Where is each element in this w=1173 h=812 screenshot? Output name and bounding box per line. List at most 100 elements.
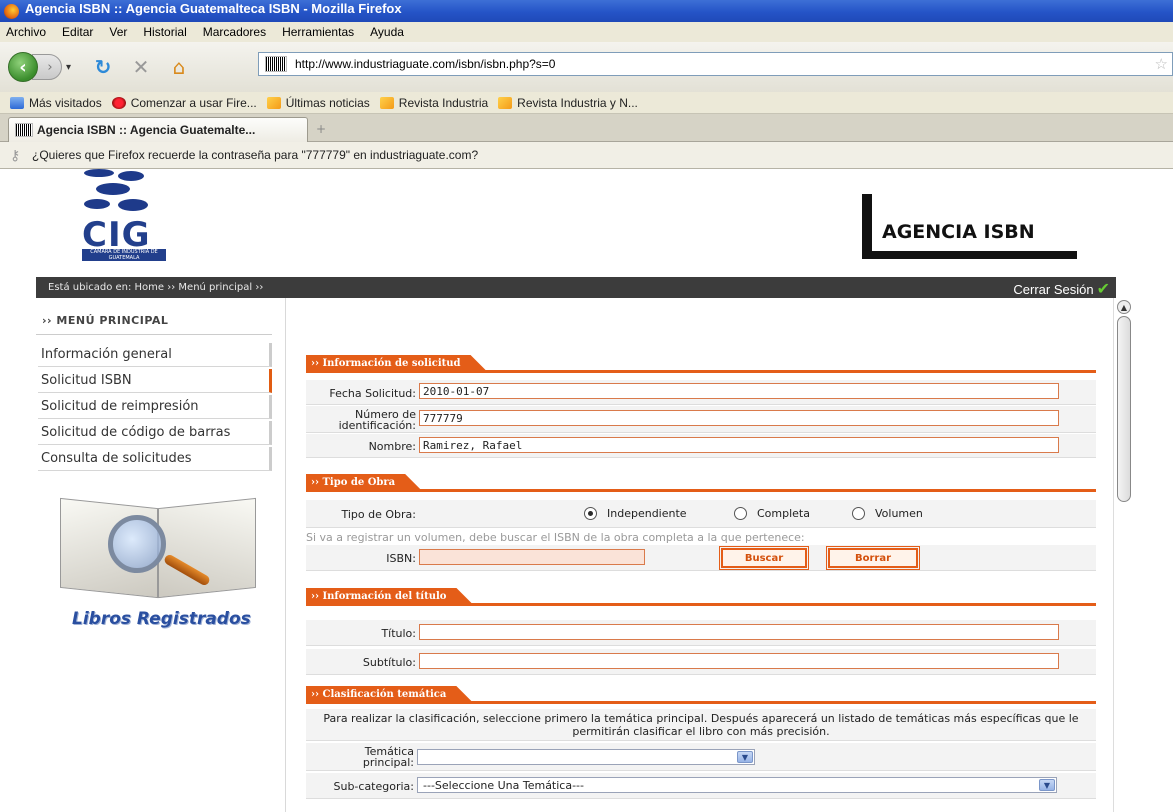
rss-icon	[379, 96, 394, 109]
sidebar-item-codigo-barras[interactable]: Solicitud de código de barras	[38, 421, 272, 445]
tab-agencia-isbn[interactable]: Agencia ISBN :: Agencia Guatemalte...	[8, 117, 308, 142]
agency-isbn-label: AGENCIA ISBN	[882, 221, 1035, 243]
bookmark-comenzar[interactable]: Comenzar a usar Fire...	[111, 95, 257, 110]
password-notification-bar: ⚷ ¿Quieres que Firefox recuerde la contr…	[0, 142, 1173, 169]
firefox-bookmark-icon	[111, 96, 126, 109]
isbn-field[interactable]	[419, 549, 645, 565]
sidebar-item-label: Solicitud de código de barras	[41, 425, 231, 440]
clasificacion-info: Para realizar la clasificación, seleccio…	[306, 709, 1096, 741]
cig-logo-subtitle: CAMARA DE INDUSTRIA DE GUATEMALA	[82, 249, 166, 261]
section-title: ›› Clasificación temática	[306, 686, 472, 702]
site-favicon-icon	[265, 56, 287, 72]
back-icon[interactable]: ‹	[8, 52, 38, 82]
numero-identificacion-field[interactable]: 777779	[419, 410, 1059, 426]
rss-icon	[498, 96, 513, 109]
home-icon[interactable]: ⌂	[164, 53, 194, 81]
chevron-down-icon: ▼	[737, 751, 753, 763]
logout-link[interactable]: Cerrar Sesión ✔	[1013, 279, 1110, 299]
row-isbn: ISBN: Buscar Borrar	[306, 545, 1096, 571]
fecha-label: Fecha Solicitud:	[329, 387, 416, 400]
cig-logo: CIG CAMARA DE INDUSTRIA DE GUATEMALA	[78, 169, 168, 264]
radio-circle	[584, 507, 597, 520]
menu-archivo[interactable]: Archivo	[6, 25, 46, 39]
bookmark-revista-industria[interactable]: Revista Industria	[379, 95, 489, 110]
menu-historial[interactable]: Historial	[143, 25, 186, 39]
menu-ayuda[interactable]: Ayuda	[370, 25, 404, 39]
sidebar-item-label: Información general	[41, 347, 172, 362]
nombre-field[interactable]: Ramirez, Rafael	[419, 437, 1059, 453]
bookmark-revista-industria-y-n[interactable]: Revista Industria y N...	[498, 96, 638, 110]
borrar-button[interactable]: Borrar	[826, 546, 920, 570]
menu-bar: Archivo Editar Ver Historial Marcadores …	[0, 22, 1173, 42]
url-text: http://www.industriaguate.com/isbn/isbn.…	[295, 57, 556, 71]
tematica-principal-select[interactable]: ▼	[417, 749, 755, 765]
radio-label: Completa	[757, 507, 810, 520]
row-fecha: Fecha Solicitud: 2010-01-07	[306, 380, 1096, 405]
radio-circle	[734, 507, 747, 520]
tab-title: Agencia ISBN :: Agencia Guatemalte...	[37, 123, 256, 137]
chevron-down-icon: ▼	[1039, 779, 1055, 791]
sidebar-item-solicitud-reimpresion[interactable]: Solicitud de reimpresión	[38, 395, 272, 419]
bookmark-star-icon[interactable]: ☆	[1155, 55, 1168, 73]
subcategoria-selected: ---Seleccione Una Temática---	[423, 778, 584, 792]
sidebar-item-label: Solicitud ISBN	[41, 373, 132, 388]
row-nombre: Nombre: Ramirez, Rafael	[306, 434, 1096, 458]
bookmark-ultimas-noticias[interactable]: Últimas noticias	[266, 96, 370, 110]
fecha-field[interactable]: 2010-01-07	[419, 383, 1059, 399]
content-scrollbar[interactable]: ▲	[1113, 298, 1133, 812]
breadcrumb: Está ubicado en: Home ›› Menú principal …	[36, 277, 1116, 298]
logout-label: Cerrar Sesión	[1013, 281, 1094, 297]
row-titulo: Título:	[306, 620, 1096, 646]
menu-marcadores[interactable]: Marcadores	[203, 25, 266, 39]
menu-herramientas[interactable]: Herramientas	[282, 25, 354, 39]
menu-editar[interactable]: Editar	[62, 25, 93, 39]
book-magnifier-image[interactable]	[54, 483, 264, 603]
folder-icon	[10, 96, 24, 109]
volume-hint: Si va a registrar un volumen, debe busca…	[306, 531, 805, 544]
breadcrumb-text: Está ubicado en: Home ›› Menú principal …	[48, 282, 264, 293]
checkmark-icon: ✔	[1096, 281, 1110, 298]
radio-label: Independiente	[607, 507, 687, 520]
window-title: Agencia ISBN :: Agencia Guatemalteca ISB…	[25, 0, 402, 16]
sidebar-item-consulta-solicitudes[interactable]: Consulta de solicitudes	[38, 447, 272, 471]
subtitulo-field[interactable]	[419, 653, 1059, 669]
menu-ver[interactable]: Ver	[109, 25, 127, 39]
scroll-up-icon[interactable]: ▲	[1117, 300, 1131, 314]
titulo-label: Título:	[381, 627, 416, 640]
sidebar-item-informacion-general[interactable]: Información general	[38, 343, 272, 367]
subcategoria-label: Sub-categoria:	[333, 780, 414, 793]
row-tipo-obra: Tipo de Obra: Independiente Completa Vol…	[306, 500, 1096, 528]
nombre-label: Nombre:	[368, 440, 416, 453]
libros-registrados-banner[interactable]: Libros Registrados	[72, 609, 251, 629]
sidebar-item-solicitud-isbn[interactable]: Solicitud ISBN	[38, 369, 272, 393]
row-numero: Número de identificación: 777779	[306, 406, 1096, 433]
bookmark-label: Comenzar a usar Fire...	[130, 95, 257, 110]
sidebar-item-label: Consulta de solicitudes	[41, 451, 192, 466]
history-dropdown-icon[interactable]: ▾	[66, 62, 80, 73]
scroll-thumb[interactable]	[1117, 316, 1131, 502]
bookmark-label: Revista Industria y N...	[517, 95, 638, 110]
bookmark-mas-visitados[interactable]: Más visitados	[10, 96, 102, 110]
titulo-field[interactable]	[419, 624, 1059, 640]
radio-volumen[interactable]: Volumen	[852, 507, 923, 520]
buscar-button[interactable]: Buscar	[719, 546, 809, 570]
radio-completa[interactable]: Completa	[734, 507, 810, 520]
sidebar-title: ›› MENÚ PRINCIPAL	[42, 314, 169, 327]
row-subcategoria: Sub-categoria: ---Seleccione Una Temátic…	[306, 773, 1096, 799]
bookmark-label: Más visitados	[29, 95, 102, 110]
section-title: ›› Información del título	[306, 588, 472, 604]
navigation-toolbar: ‹ › ▾ ↻ ✕ ⌂ http://www.industriaguate.co…	[0, 42, 1173, 92]
bookmark-label: Revista Industria	[398, 95, 489, 110]
radio-circle	[852, 507, 865, 520]
row-tematica: Temática principal: ▼	[306, 743, 1096, 771]
url-bar[interactable]: http://www.industriaguate.com/isbn/isbn.…	[258, 52, 1173, 76]
radio-independiente[interactable]: Independiente	[584, 507, 687, 520]
reload-icon[interactable]: ↻	[88, 53, 118, 81]
new-tab-icon[interactable]: +	[316, 122, 326, 136]
notification-text: ¿Quieres que Firefox recuerde la contras…	[32, 148, 479, 162]
sidebar: ›› MENÚ PRINCIPAL Información general So…	[36, 298, 286, 812]
web-page: CIG CAMARA DE INDUSTRIA DE GUATEMALA AGE…	[0, 169, 1173, 812]
subcategoria-select[interactable]: ---Seleccione Una Temática--- ▼	[417, 777, 1057, 793]
stop-icon[interactable]: ✕	[126, 53, 156, 81]
tematica-label: Temática principal:	[363, 746, 414, 768]
